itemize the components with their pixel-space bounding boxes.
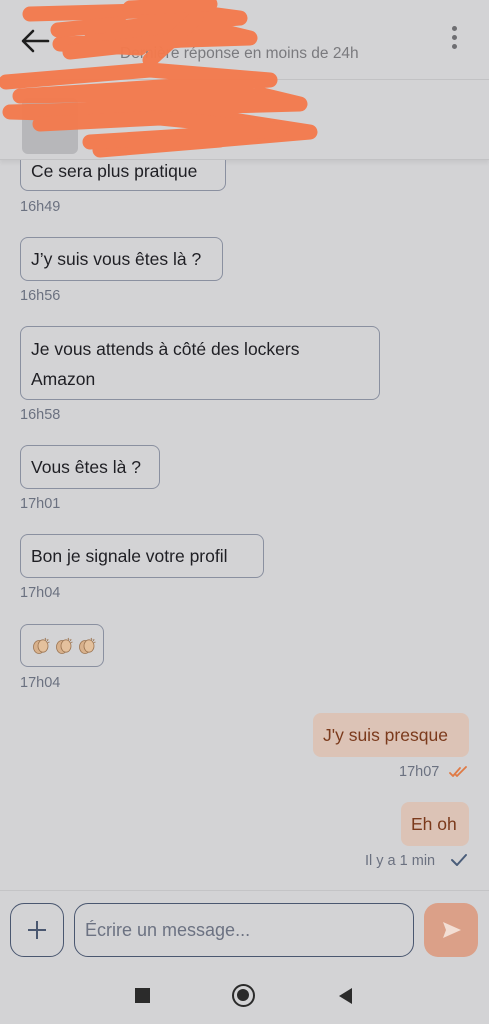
clapping-hands-icon	[33, 637, 50, 654]
check-icon	[451, 854, 467, 866]
message-bubble-incoming[interactable]: Ce sera plus pratique	[20, 160, 226, 191]
recent-apps-button[interactable]	[135, 988, 150, 1003]
clapping-hands-icon	[79, 637, 96, 654]
message-text: J'y suis presque	[323, 725, 448, 745]
message-bubble-outgoing[interactable]: Eh oh	[401, 802, 469, 846]
message-time: 17h07	[399, 764, 440, 780]
listing-thumbnail	[22, 98, 78, 154]
message-time: 17h01	[20, 496, 61, 512]
message-text: Je vous attends à côté des lockers Amazo…	[31, 339, 300, 389]
message-time: Il y a 1 min	[365, 853, 436, 869]
system-navigation-bar	[0, 968, 489, 1024]
clapping-hands-icon	[56, 637, 73, 654]
back-button[interactable]	[18, 26, 52, 56]
message-time: 17h04	[20, 585, 61, 601]
message-text: J’y suis vous êtes là ?	[31, 249, 202, 269]
message-time: 17h04	[20, 675, 61, 691]
message-bubble-incoming[interactable]: Vous êtes là ?	[20, 445, 160, 489]
message-time: 16h49	[20, 199, 61, 215]
message-text: Eh oh	[411, 814, 457, 834]
more-vertical-icon[interactable]	[444, 26, 464, 56]
chat-screen: Dernière réponse en moins de 24h Ce sera…	[0, 0, 489, 1024]
message-bubble-incoming[interactable]: Bon je signale votre profil	[20, 534, 264, 578]
message-time: 16h56	[20, 288, 61, 304]
last-response-status: Dernière réponse en moins de 24h	[120, 45, 359, 62]
message-bubble-incoming[interactable]: Je vous attends à côté des lockers Amazo…	[20, 326, 380, 400]
message-list[interactable]: Ce sera plus pratique 16h49 J’y suis vou…	[0, 160, 489, 890]
message-bubble-incoming[interactable]: 👏🏼👏🏼👏🏼	[20, 624, 104, 667]
listing-summary[interactable]	[0, 80, 489, 160]
back-triangle-icon[interactable]	[336, 986, 354, 1006]
message-text: Bon je signale votre profil	[31, 546, 228, 566]
conversation-header: Dernière réponse en moins de 24h	[0, 0, 489, 80]
message-bubble-incoming[interactable]: J’y suis vous êtes là ?	[20, 237, 223, 281]
home-button[interactable]	[232, 984, 255, 1007]
message-bubble-outgoing[interactable]: J'y suis presque	[313, 713, 469, 757]
message-time: 16h58	[20, 407, 61, 423]
message-text: Vous êtes là ?	[31, 457, 141, 477]
attach-button[interactable]	[10, 903, 64, 957]
message-input[interactable]	[74, 903, 414, 957]
arrow-left-icon	[21, 29, 50, 53]
double-check-icon	[449, 766, 467, 777]
send-button[interactable]	[424, 903, 478, 957]
message-composer	[0, 890, 489, 968]
message-text: Ce sera plus pratique	[31, 160, 198, 181]
clapping-hands-emoji	[31, 636, 97, 656]
send-icon	[443, 922, 461, 938]
